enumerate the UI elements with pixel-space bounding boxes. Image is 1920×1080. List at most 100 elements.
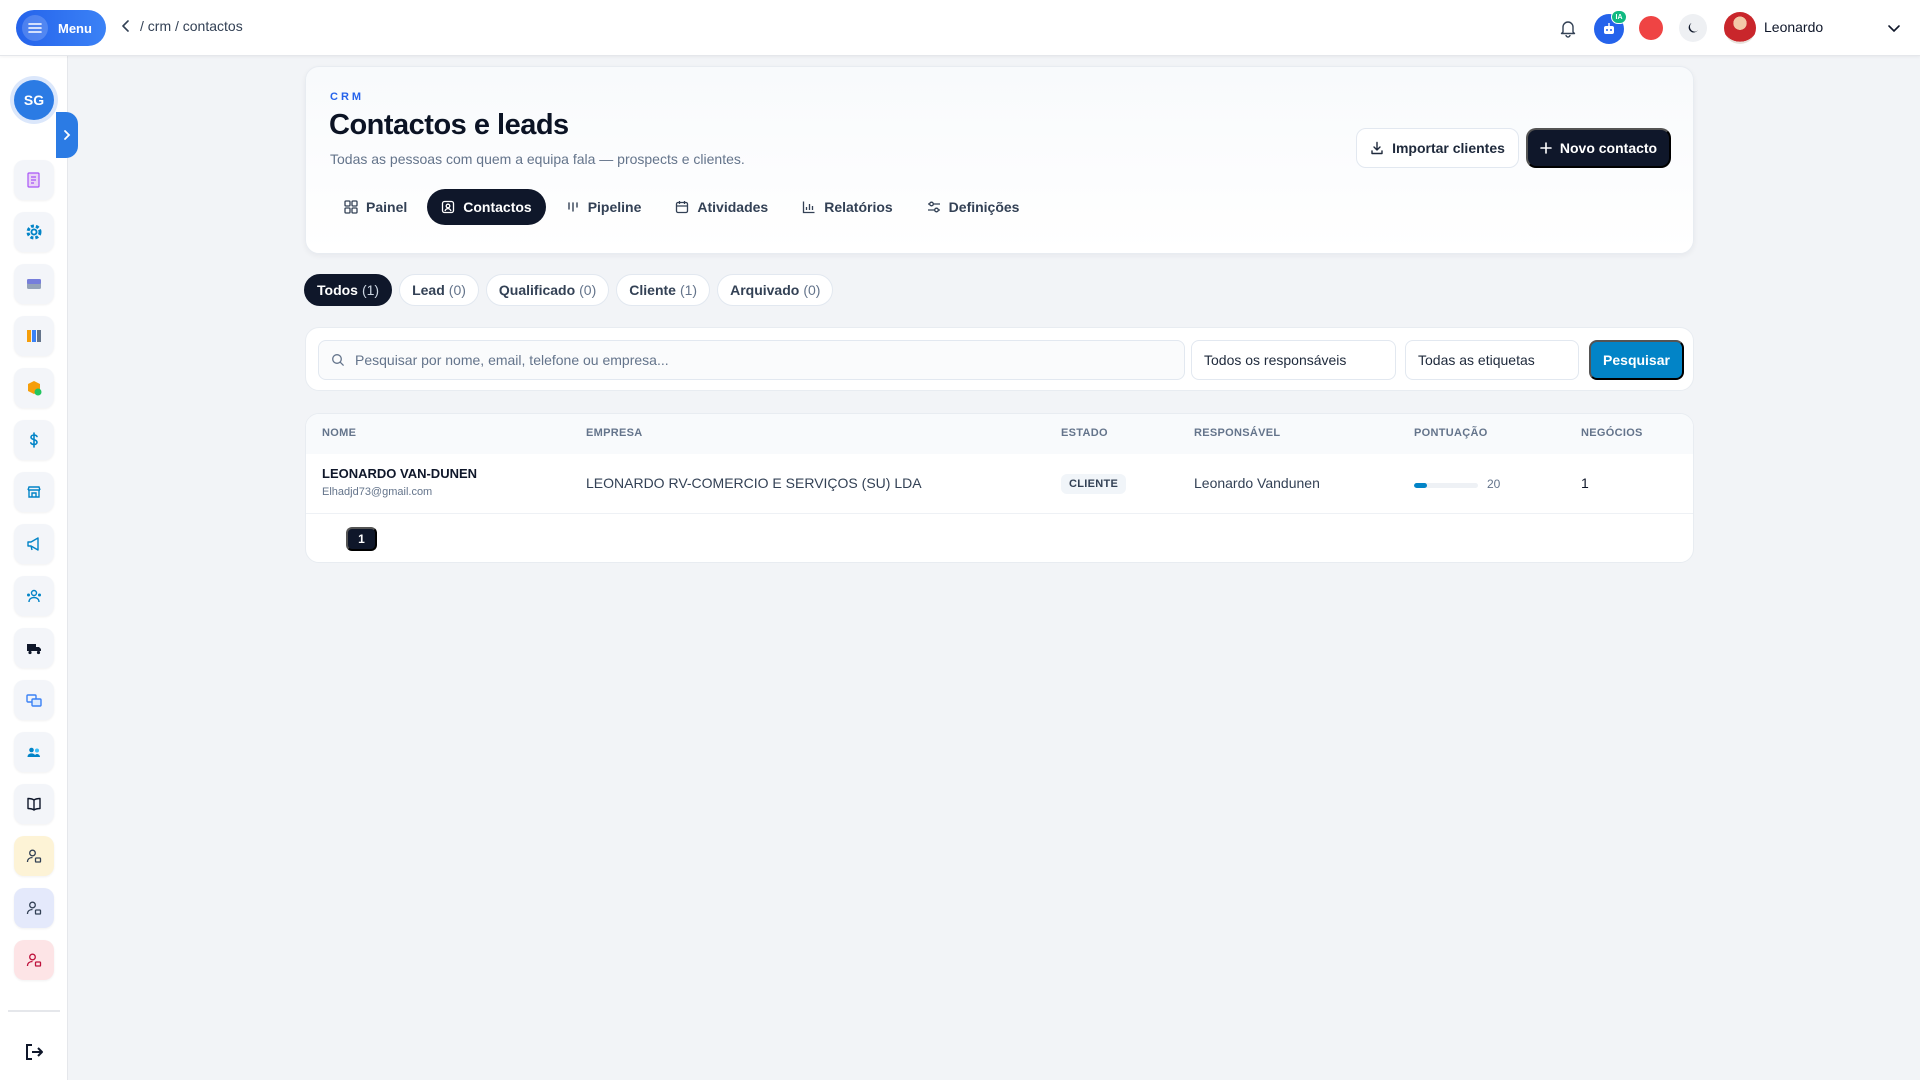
column-header-name[interactable]: NOME bbox=[322, 427, 356, 439]
ai-badge: IA bbox=[1611, 10, 1627, 24]
chip-label: Todos bbox=[317, 282, 358, 298]
sidebar-item-users[interactable] bbox=[14, 732, 54, 772]
receipt-icon bbox=[27, 172, 40, 188]
store-icon bbox=[27, 486, 41, 498]
tab-label: Pipeline bbox=[587, 199, 642, 215]
user-name[interactable]: Leonardo bbox=[1764, 19, 1823, 35]
column-header-deals[interactable]: NEGÓCIOS bbox=[1581, 427, 1643, 439]
chip-count: (0) bbox=[448, 282, 466, 298]
tab-definicoes[interactable]: Definições bbox=[913, 189, 1034, 225]
column-header-score[interactable]: PONTUAÇÃO bbox=[1414, 427, 1488, 439]
sidebar-item-access-blue[interactable] bbox=[14, 888, 54, 928]
sidebar-item-marketing[interactable] bbox=[14, 524, 54, 564]
chip-lead[interactable]: Lead (0) bbox=[399, 274, 479, 306]
search-field[interactable] bbox=[318, 340, 1185, 380]
import-clients-label: Importar clientes bbox=[1392, 140, 1505, 156]
chevron-down-icon[interactable] bbox=[1886, 20, 1902, 36]
tag-select-value: Todas as etiquetas bbox=[1418, 352, 1535, 368]
contact-company: LEONARDO RV-COMERCIO E SERVIÇOS (SU) LDA bbox=[586, 475, 922, 491]
sidebar-item-team[interactable] bbox=[14, 576, 54, 616]
sidebar-item-delivery[interactable] bbox=[14, 628, 54, 668]
search-button[interactable]: Pesquisar bbox=[1589, 340, 1684, 380]
chip-qualificado[interactable]: Qualificado (0) bbox=[485, 274, 610, 306]
avatar[interactable] bbox=[1724, 12, 1756, 44]
status-indicator[interactable] bbox=[1639, 16, 1663, 40]
sidebar: SG bbox=[0, 56, 68, 1080]
grid-icon bbox=[344, 200, 358, 214]
menu-button[interactable]: Menu bbox=[16, 10, 106, 46]
table-row[interactable]: LEONARDO VAN-DUNEN Elhadjd73@gmail.com L… bbox=[306, 454, 1693, 514]
theme-toggle[interactable] bbox=[1679, 14, 1707, 42]
sidebar-expand-toggle[interactable] bbox=[56, 112, 78, 158]
breadcrumb-path[interactable]: / crm / contactos bbox=[140, 18, 243, 34]
plus-icon bbox=[1540, 142, 1552, 154]
breadcrumb: / crm / contactos bbox=[118, 18, 243, 34]
sidebar-item-access-red[interactable] bbox=[14, 940, 54, 980]
sidebar-item-settings[interactable] bbox=[14, 212, 54, 252]
owner-select[interactable]: Todos os responsáveis bbox=[1191, 340, 1396, 380]
owner-select-value: Todos os responsáveis bbox=[1204, 352, 1347, 368]
card-icon bbox=[27, 279, 41, 289]
tab-label: Contactos bbox=[463, 199, 532, 215]
new-contact-button[interactable]: Novo contacto bbox=[1526, 128, 1671, 168]
megaphone-icon bbox=[27, 537, 39, 551]
truck-icon bbox=[27, 644, 41, 655]
sidebar-item-finance[interactable] bbox=[14, 420, 54, 460]
team-icon bbox=[27, 589, 41, 603]
chip-label: Arquivado bbox=[730, 282, 800, 298]
chip-count: (0) bbox=[579, 282, 597, 298]
tab-label: Relatórios bbox=[824, 199, 893, 215]
tab-pipeline[interactable]: Pipeline bbox=[552, 189, 656, 225]
tab-label: Atividades bbox=[697, 199, 769, 215]
table-header: NOME EMPRESA ESTADO RESPONSÁVEL PONTUAÇÃ… bbox=[306, 414, 1693, 454]
deals-count: 1 bbox=[1581, 475, 1589, 491]
sidebar-item-receipts[interactable] bbox=[14, 160, 54, 200]
sidebar-item-store[interactable] bbox=[14, 472, 54, 512]
section-kicker: CRM bbox=[330, 91, 365, 103]
sidebar-scrollbar[interactable] bbox=[8, 1010, 60, 1012]
pagination-page-1[interactable]: 1 bbox=[346, 527, 377, 551]
page-header: CRM Contactos e leads Todas as pessoas c… bbox=[305, 66, 1694, 254]
chip-cliente[interactable]: Cliente (1) bbox=[616, 274, 711, 306]
contact-name[interactable]: LEONARDO VAN-DUNEN bbox=[322, 466, 477, 481]
chip-label: Qualificado bbox=[498, 282, 576, 298]
sidebar-item-library[interactable] bbox=[14, 316, 54, 356]
tab-relatorios[interactable]: Relatórios bbox=[788, 189, 906, 225]
tab-label: Definições bbox=[948, 199, 1020, 215]
score-value: 20 bbox=[1487, 477, 1501, 491]
column-header-status[interactable]: ESTADO bbox=[1061, 427, 1108, 439]
pipeline-icon bbox=[568, 202, 578, 212]
tab-painel[interactable]: Painel bbox=[330, 189, 421, 225]
logout-icon[interactable] bbox=[22, 1040, 46, 1064]
sidebar-item-inventory[interactable] bbox=[14, 368, 54, 408]
contact-owner: Leonardo Vandunen bbox=[1194, 475, 1320, 491]
book-icon bbox=[27, 797, 41, 811]
sidebar-item-cards[interactable] bbox=[14, 264, 54, 304]
sidebar-item-docs[interactable] bbox=[14, 784, 54, 824]
sidebar-item-access-yellow[interactable] bbox=[14, 836, 54, 876]
chip-label: Cliente bbox=[629, 282, 676, 298]
workspace-avatar[interactable]: SG bbox=[14, 80, 54, 120]
status-filter-chips: Todos (1) Lead (0) Qualificado (0) Clien… bbox=[304, 274, 840, 306]
user-lock-red-icon bbox=[26, 953, 42, 967]
chip-count: (0) bbox=[803, 282, 821, 298]
search-bar: Todos os responsáveis Todas as etiquetas… bbox=[305, 327, 1694, 391]
sliders-icon bbox=[927, 201, 940, 213]
back-chevron-icon[interactable] bbox=[118, 18, 134, 34]
tag-select[interactable]: Todas as etiquetas bbox=[1405, 340, 1579, 380]
tab-atividades[interactable]: Atividades bbox=[661, 189, 782, 225]
chip-todos[interactable]: Todos (1) bbox=[304, 274, 393, 306]
books-icon bbox=[27, 330, 41, 342]
menu-label: Menu bbox=[58, 20, 92, 36]
chip-arquivado[interactable]: Arquivado (0) bbox=[717, 274, 834, 306]
hamburger-icon bbox=[22, 15, 48, 41]
column-header-company[interactable]: EMPRESA bbox=[586, 427, 643, 439]
sidebar-item-transfers[interactable] bbox=[14, 680, 54, 720]
import-clients-button[interactable]: Importar clientes bbox=[1356, 128, 1519, 168]
column-header-owner[interactable]: RESPONSÁVEL bbox=[1194, 427, 1280, 439]
search-input[interactable] bbox=[355, 352, 1155, 368]
bell-icon[interactable] bbox=[1557, 17, 1579, 39]
tab-contactos[interactable]: Contactos bbox=[427, 189, 546, 225]
dollar-icon bbox=[30, 432, 38, 448]
gear-icon bbox=[26, 224, 42, 240]
